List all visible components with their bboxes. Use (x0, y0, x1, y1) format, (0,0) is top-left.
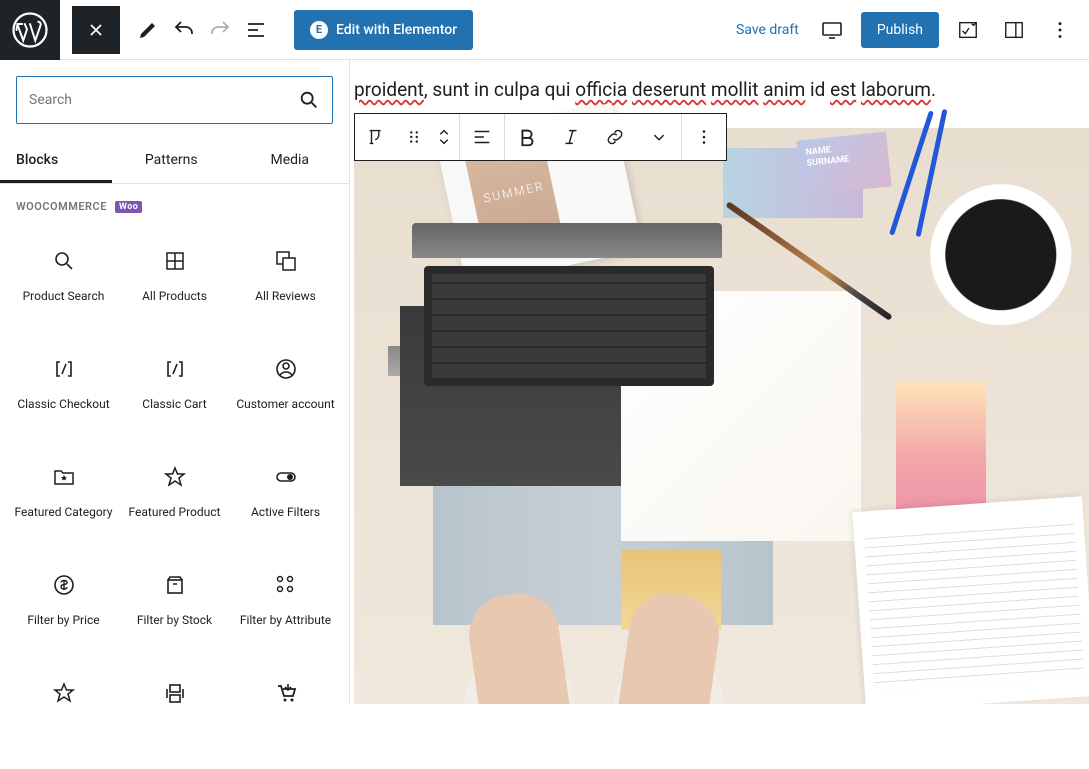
wordpress-logo[interactable] (0, 0, 60, 60)
tab-blocks[interactable]: Blocks (0, 140, 112, 183)
edit-with-elementor-button[interactable]: E Edit with Elementor (294, 10, 473, 50)
editor-canvas: proident, sunt in culpa qui officia dese… (350, 60, 1089, 704)
settings-button[interactable] (947, 9, 989, 51)
block-inserter-panel: Blocks Patterns Media WOOCOMMERCE Woo Pr… (0, 60, 350, 704)
block-filter-by-attribute[interactable]: Filter by Attribute (230, 553, 341, 661)
grid-icon (163, 245, 187, 277)
elementor-label: Edit with Elementor (336, 22, 457, 38)
shortcode-icon (52, 353, 76, 385)
close-inserter-button[interactable] (72, 6, 120, 54)
move-up-down-button[interactable] (429, 114, 459, 160)
block-all-reviews[interactable]: All Reviews (230, 229, 341, 337)
block-all-products[interactable]: All Products (119, 229, 230, 337)
attribute-icon (274, 569, 298, 601)
redo-button[interactable] (202, 6, 238, 54)
shortcode-icon (163, 353, 187, 385)
block-toolbar (354, 113, 727, 161)
sidebar-toggle-button[interactable] (993, 9, 1035, 51)
options-menu-button[interactable] (1039, 9, 1081, 51)
tab-media[interactable]: Media (231, 140, 350, 183)
star-icon (163, 461, 187, 493)
preview-button[interactable] (811, 9, 853, 51)
price-icon (52, 569, 76, 601)
image-block[interactable] (354, 128, 1089, 704)
block-item[interactable] (8, 661, 119, 769)
block-item[interactable] (230, 661, 341, 769)
block-filter-by-price[interactable]: Filter by Price (8, 553, 119, 661)
search-icon (298, 89, 320, 111)
business-card-graphic (796, 131, 891, 195)
block-customer-account[interactable]: Customer account (230, 337, 341, 445)
section-title: WOOCOMMERCE (16, 200, 107, 213)
reviews-icon (274, 245, 298, 277)
align-button[interactable] (460, 114, 504, 160)
block-item[interactable] (119, 661, 230, 769)
toggle-icon (274, 461, 298, 493)
drag-handle[interactable] (399, 114, 429, 160)
save-draft-link[interactable]: Save draft (724, 22, 811, 38)
inserter-tabs: Blocks Patterns Media (0, 140, 349, 184)
laptop-graphic (412, 223, 722, 258)
pens-graphic (899, 128, 959, 238)
top-toolbar: E Edit with Elementor Save draft Publish (0, 0, 1089, 60)
block-classic-checkout[interactable]: Classic Checkout (8, 337, 119, 445)
elementor-icon: E (310, 21, 328, 39)
tab-patterns[interactable]: Patterns (112, 140, 231, 183)
bold-button[interactable] (505, 114, 549, 160)
search-box (16, 76, 333, 124)
cart-icon (274, 677, 298, 709)
block-active-filters[interactable]: Active Filters (230, 445, 341, 553)
keyboard-graphic (424, 266, 714, 386)
carousel-icon (163, 677, 187, 709)
document-overview-button[interactable] (238, 6, 274, 54)
account-icon (274, 353, 298, 385)
edit-tool-button[interactable] (130, 6, 166, 54)
publish-button[interactable]: Publish (861, 12, 939, 48)
box-icon (163, 569, 187, 601)
block-featured-product[interactable]: Featured Product (119, 445, 230, 553)
section-header-woocommerce: WOOCOMMERCE Woo (0, 184, 349, 229)
paragraph-block[interactable]: proident, sunt in culpa qui officia dese… (350, 78, 1089, 113)
search-icon (52, 245, 76, 277)
more-formatting-button[interactable] (637, 114, 681, 160)
block-filter-by-stock[interactable]: Filter by Stock (119, 553, 230, 661)
hands-graphic (454, 524, 734, 704)
block-options-button[interactable] (682, 114, 726, 160)
woocommerce-badge: Woo (115, 201, 142, 213)
undo-button[interactable] (166, 6, 202, 54)
block-type-button[interactable] (355, 114, 399, 160)
link-button[interactable] (593, 114, 637, 160)
papers-graphic (852, 496, 1089, 704)
block-classic-cart[interactable]: Classic Cart (119, 337, 230, 445)
block-product-search[interactable]: Product Search (8, 229, 119, 337)
search-input[interactable] (29, 92, 298, 108)
folder-star-icon (52, 461, 76, 493)
star-outline-icon (52, 677, 76, 709)
pen-graphic (725, 201, 892, 321)
block-grid: Product Search All Products All Reviews … (0, 229, 349, 769)
block-featured-category[interactable]: Featured Category (8, 445, 119, 553)
italic-button[interactable] (549, 114, 593, 160)
